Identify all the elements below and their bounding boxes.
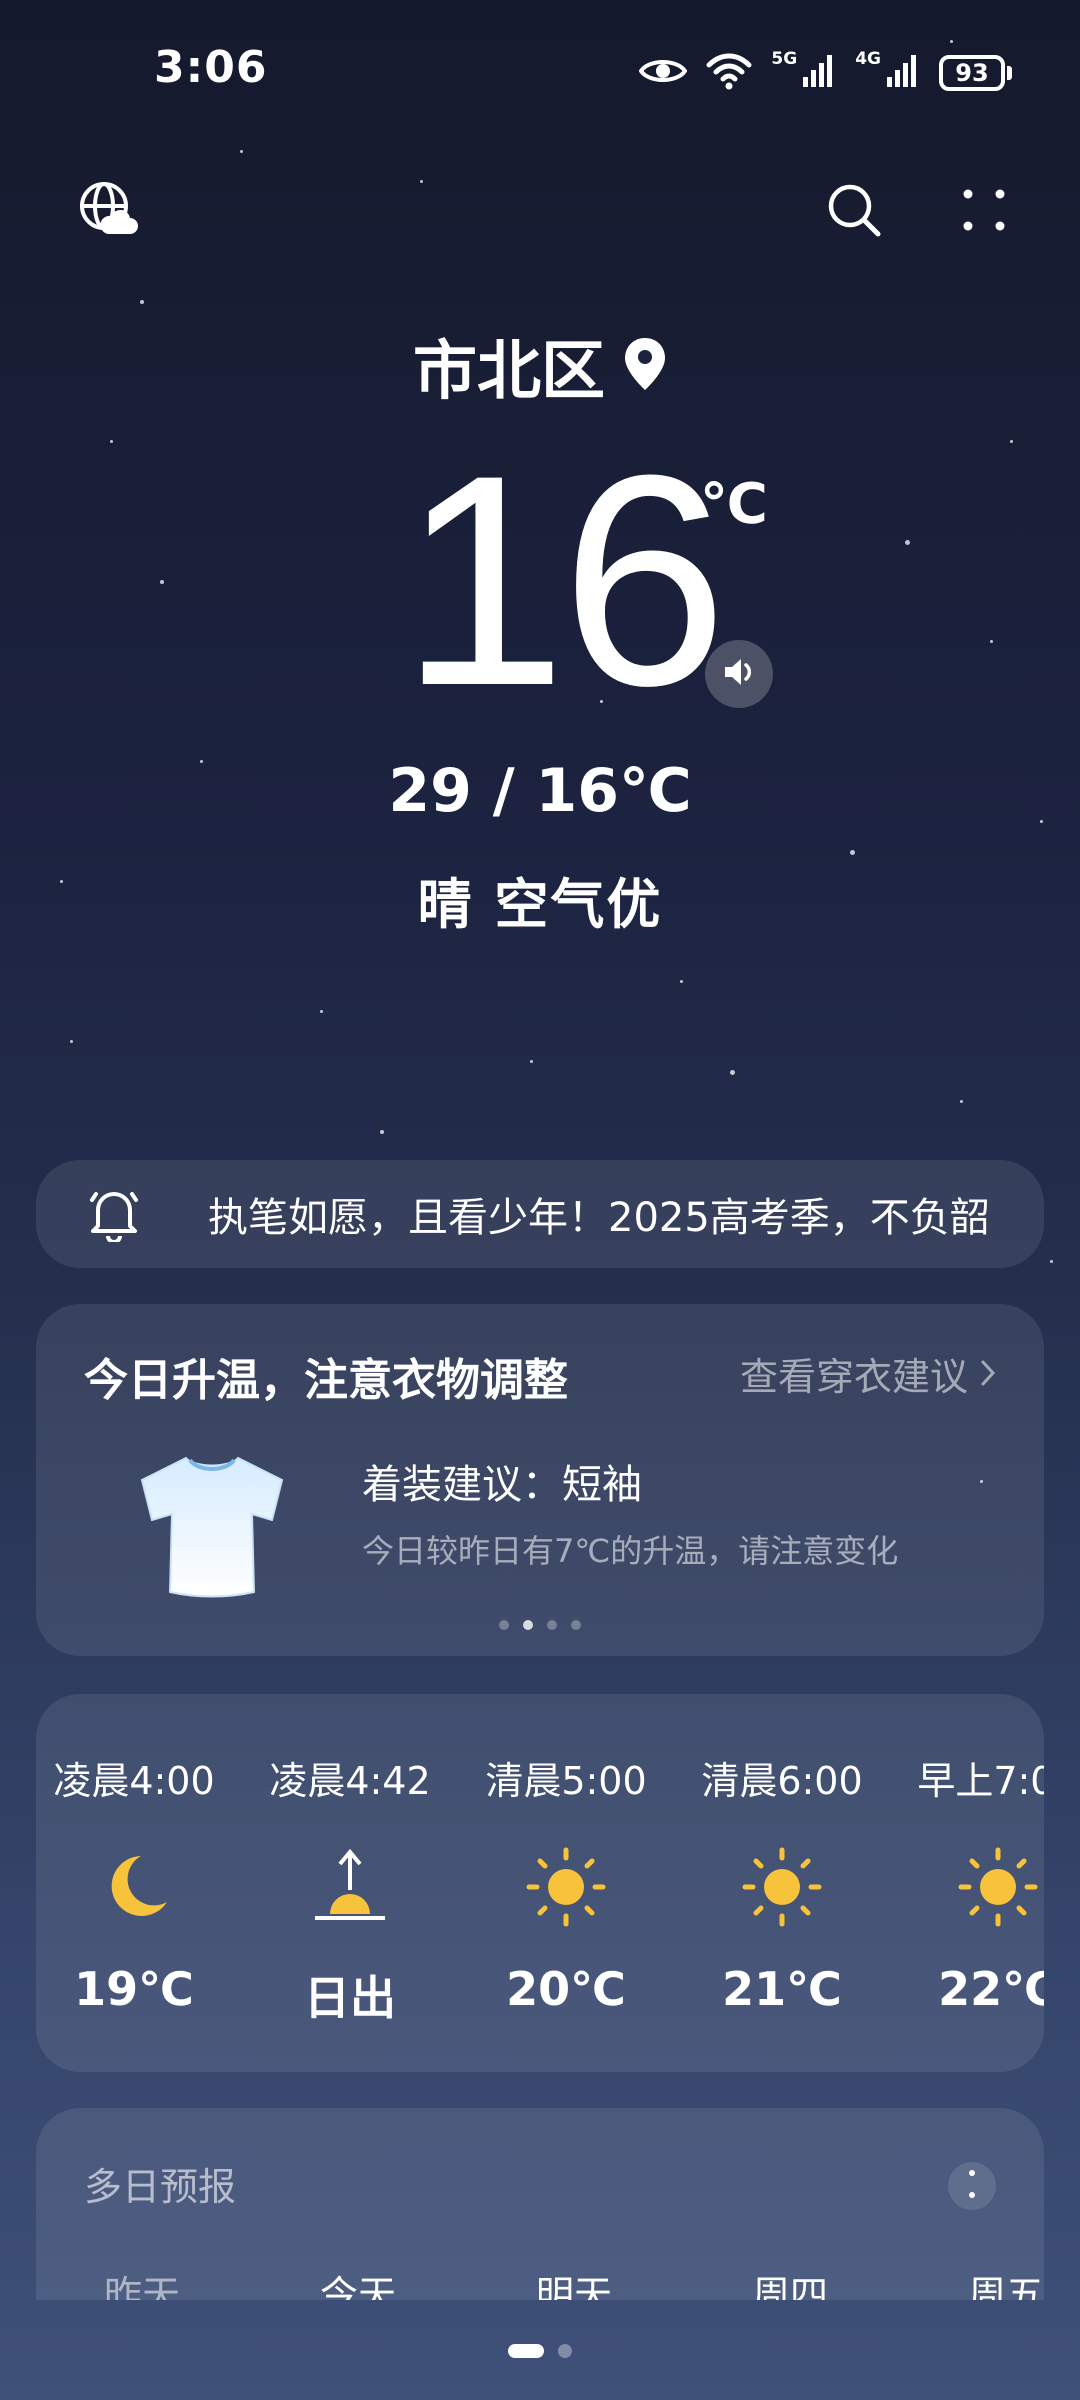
sunrise-icon: [305, 1842, 395, 1932]
network-5g-label: 5G: [771, 49, 798, 69]
tshirt-icon: [132, 1444, 292, 1604]
pagination-dot-active: [523, 1620, 533, 1630]
more-menu-button[interactable]: [952, 180, 1016, 244]
hourly-forecast-card[interactable]: 凌晨4:00 19℃ 凌晨4:42 日出 清晨5:00 20℃ 清晨6:00 2…: [36, 1694, 1044, 2072]
current-temperature-block: 16 ℃: [0, 412, 1080, 748]
view-dress-suggestion-link[interactable]: 查看穿衣建议: [740, 1346, 996, 1401]
weather-condition[interactable]: 晴 空气优: [0, 860, 1080, 939]
dress-link-label: 查看穿衣建议: [739, 1355, 968, 1399]
sun-icon: [521, 1842, 611, 1932]
page-indicator-dot: [558, 2344, 572, 2358]
globe-cloud-icon: [78, 180, 138, 244]
voice-broadcast-button[interactable]: [705, 640, 773, 708]
battery-nub: [1007, 66, 1012, 80]
location-header[interactable]: 市北区: [0, 320, 1080, 412]
status-time: 3:06: [154, 42, 268, 93]
dress-suggestion-card[interactable]: 今日升温，注意衣物调整 查看穿衣建议 着装建议：短袖 今日较昨日有7℃的升温，请…: [36, 1304, 1044, 1656]
multi-day-forecast-card[interactable]: 多日预报 昨天 今天 明天 周四 周五: [36, 2108, 1044, 2300]
forecast-title: 多日预报: [84, 2165, 237, 2209]
pagination-dot: [547, 1620, 557, 1630]
hourly-time: 凌晨4:42: [269, 1759, 431, 1803]
status-bar: 3:06 5G 4G 93: [0, 0, 1080, 140]
temperature-range: 29 / 16℃: [388, 756, 692, 826]
battery-level: 93: [939, 55, 1005, 91]
pagination-dot: [499, 1620, 509, 1630]
location-pin-icon: [623, 336, 667, 396]
sun-icon: [953, 1842, 1043, 1932]
hourly-time: 清晨6:00: [701, 1759, 863, 1803]
forecast-more-button[interactable]: [948, 2162, 996, 2210]
temperature-unit: ℃: [700, 472, 768, 537]
page-indicator: [0, 2344, 1080, 2358]
forecast-day: 今天: [319, 2273, 396, 2300]
forecast-day: 周四: [751, 2273, 828, 2300]
battery-indicator: 93: [939, 55, 1012, 91]
search-button[interactable]: [822, 180, 886, 244]
sun-icon: [737, 1842, 827, 1932]
eye-icon: [638, 55, 688, 91]
bell-icon: [84, 1184, 144, 1244]
dress-suggestion: 着装建议：短袖: [362, 1462, 642, 1508]
forecast-day: 昨天: [103, 2273, 180, 2300]
hourly-temp: 21℃: [722, 1962, 842, 2016]
forecast-day: 周五: [967, 2273, 1044, 2300]
current-temperature: 16: [400, 412, 728, 748]
dots-grid-icon: [960, 186, 1008, 238]
hourly-temp: 20℃: [506, 1962, 626, 2016]
status-icons: 5G 4G 93: [638, 48, 1012, 98]
network-4g-label: 4G: [855, 49, 881, 69]
hourly-time: 早上7:00: [917, 1759, 1044, 1803]
vertical-dots-icon: [968, 2169, 976, 2203]
search-icon: [826, 182, 882, 242]
signal-4g-icon: [885, 53, 921, 93]
notice-text: 执笔如愿，且看少年！2025高考季，不负韶华: [208, 1195, 988, 1241]
speaker-icon: [719, 652, 759, 696]
hourly-temp: 日出: [304, 1971, 396, 2025]
signal-5g-icon: [801, 53, 837, 93]
city-manage-button[interactable]: [76, 180, 140, 244]
dress-description: 今日较昨日有7℃的升温，请注意变化: [362, 1532, 899, 1570]
hourly-time: 清晨5:00: [485, 1759, 647, 1803]
hourly-temp: 19℃: [74, 1962, 194, 2016]
chevron-right-icon: [980, 1352, 996, 1396]
wifi-icon: [705, 51, 753, 95]
dress-card-pagination: [36, 1620, 1044, 1630]
location-name: 市北区: [413, 335, 605, 409]
hourly-temp: 22℃: [938, 1962, 1044, 2016]
page-indicator-active: [508, 2344, 544, 2358]
moon-icon: [89, 1842, 179, 1932]
notice-banner[interactable]: 执笔如愿，且看少年！2025高考季，不负韶华: [36, 1160, 1044, 1268]
hourly-time: 凌晨4:00: [53, 1759, 215, 1803]
pagination-dot: [571, 1620, 581, 1630]
forecast-day: 明天: [535, 2273, 612, 2300]
dress-card-title: 今日升温，注意衣物调整: [84, 1355, 568, 1406]
